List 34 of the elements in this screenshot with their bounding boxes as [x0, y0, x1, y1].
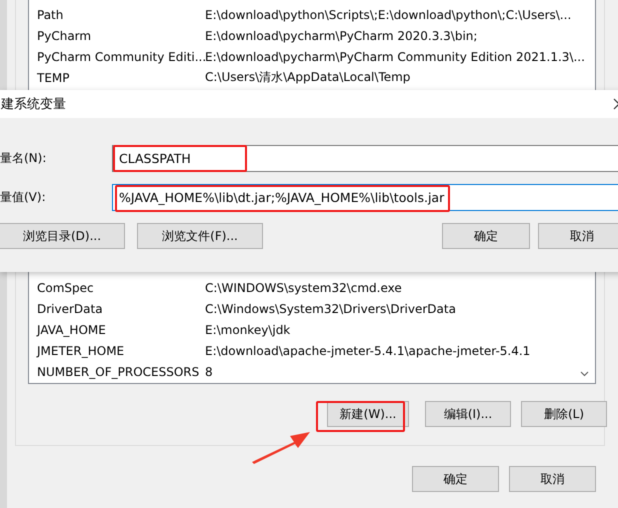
- field-label: 量值(V):: [0, 189, 47, 206]
- list-action-button[interactable]: 新建(W)...: [327, 401, 409, 427]
- dialog-button[interactable]: 确定: [412, 466, 499, 492]
- variable-name: JAVA_HOME: [35, 322, 107, 336]
- variable-value: C:\Windows\System32\Drivers\DriverData: [205, 302, 456, 316]
- variable-value: C:\Users\清水\AppData\Local\Temp: [205, 69, 410, 86]
- variable-name: ComSpec: [36, 280, 95, 294]
- variable-name: Path: [36, 8, 64, 22]
- dialog-button[interactable]: 确定: [442, 223, 530, 249]
- dialog-button[interactable]: 取消: [509, 466, 596, 492]
- variable-name: DriverData: [36, 302, 104, 316]
- list-action-button[interactable]: 删除(L): [521, 401, 607, 427]
- browse-button[interactable]: 浏览目录(D)...: [0, 223, 125, 249]
- browse-button[interactable]: 浏览文件(F)...: [137, 223, 263, 249]
- arrow-icon: [250, 430, 312, 464]
- variable-name: PyCharm Community Editi...: [36, 50, 205, 64]
- scroll-down-icon[interactable]: [580, 371, 589, 377]
- variable-value: E:\download\pycharm\PyCharm 2020.3.3\bin;: [205, 28, 478, 42]
- variable-value: E:\download\apache-jmeter-5.4.1\apache-jmeter-5.4.1: [205, 344, 530, 358]
- input-field[interactable]: %JAVA_HOME%\lib\dt.jar;%JAVA_HOME%\lib\tools.jar: [112, 184, 618, 211]
- variable-value: E:\download\python\Scripts\;E:\download\python\;C:\Users\...: [205, 8, 572, 22]
- field-label: 量名(N):: [0, 150, 48, 167]
- dialog-title: 建系统变量: [0, 96, 66, 113]
- dialog-button[interactable]: 取消: [538, 223, 618, 249]
- list-action-button[interactable]: 编辑(I)...: [425, 401, 511, 427]
- variable-value: E:\monkey\jdk: [205, 322, 290, 336]
- variable-name: TEMP: [36, 70, 71, 84]
- variable-name: NUMBER_OF_PROCESSORS: [36, 364, 200, 378]
- variable-value: E:\download\pycharm\PyCharm Community Edition 2021.1.3\...: [205, 50, 585, 64]
- variable-name: JMETER_HOME: [35, 344, 126, 358]
- variable-value: 8: [205, 364, 213, 378]
- input-field[interactable]: CLASSPATH: [112, 145, 618, 172]
- variable-value: C:\WINDOWS\system32\cmd.exe: [205, 280, 402, 294]
- variable-name: PyCharm: [36, 28, 92, 42]
